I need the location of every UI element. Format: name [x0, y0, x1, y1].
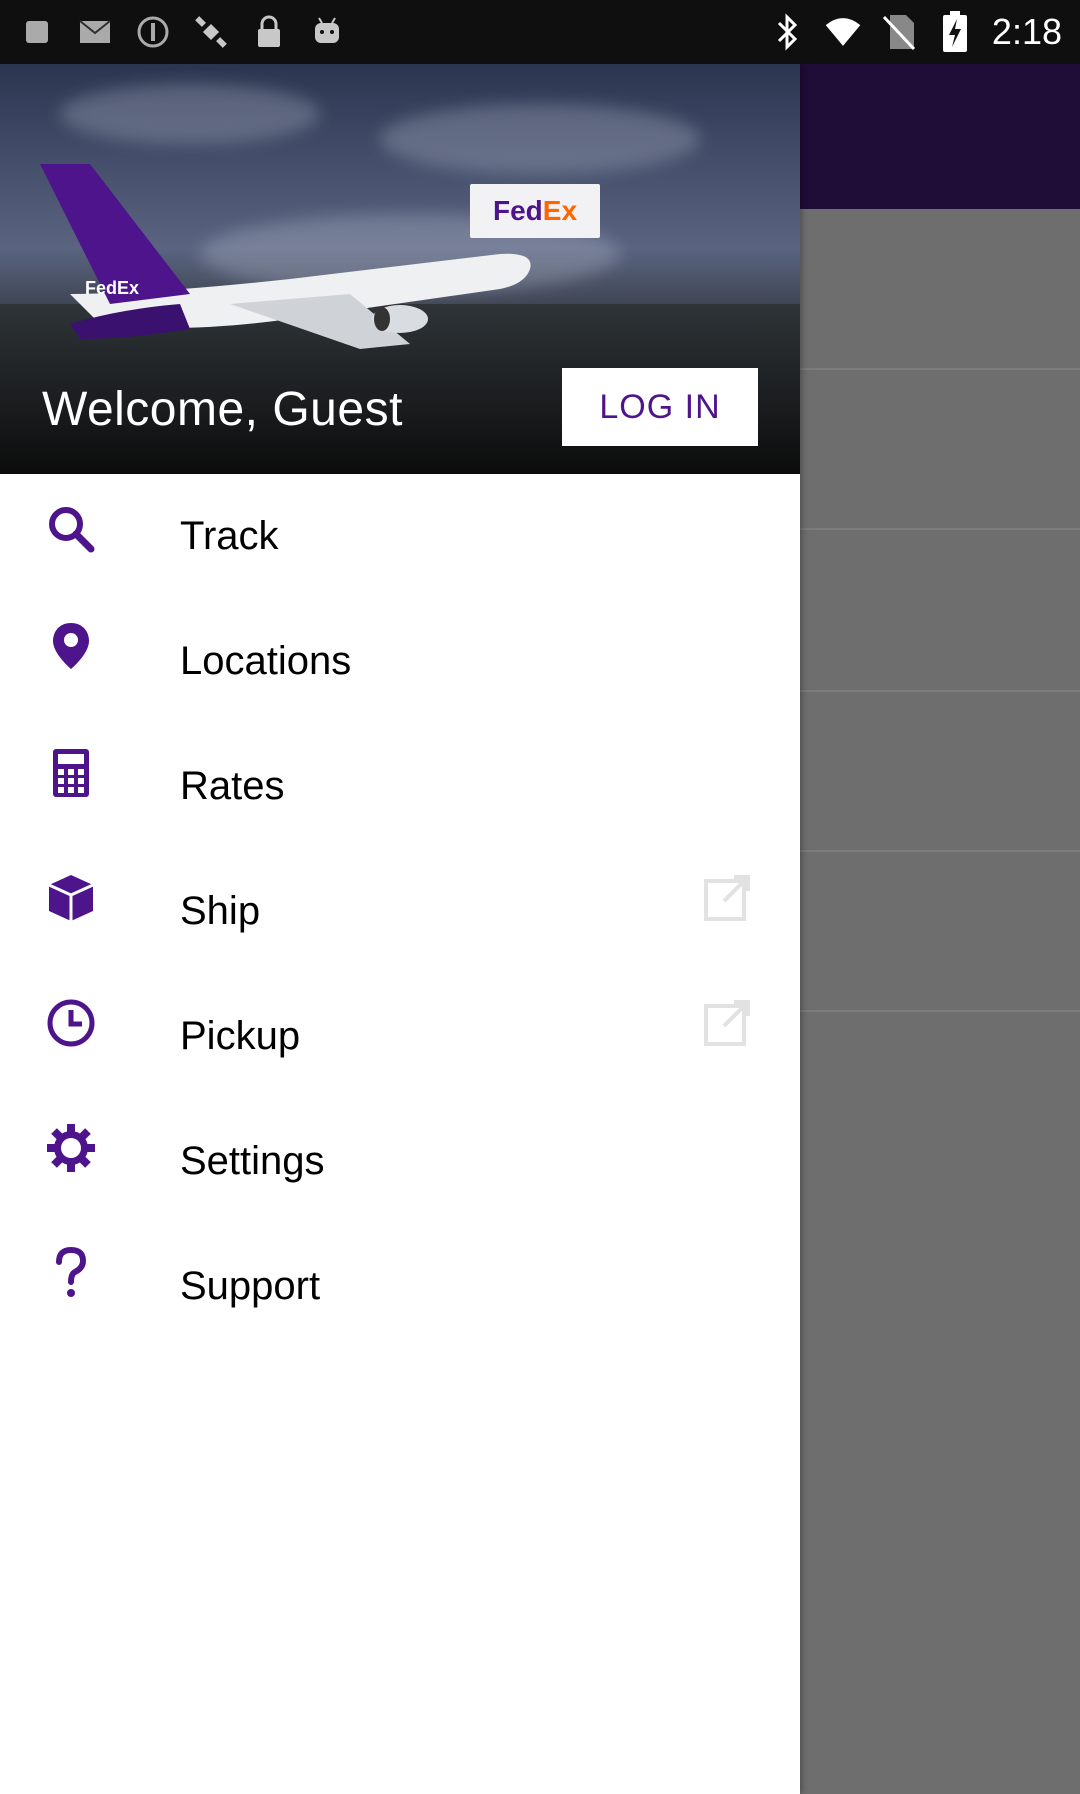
list-divider [800, 368, 1080, 370]
menu-item-label: Locations [180, 639, 352, 683]
welcome-text: Welcome, Guest [42, 383, 403, 436]
menu-item-label: Support [180, 1264, 321, 1308]
menu-item-support[interactable]: Support [0, 1224, 800, 1334]
cloud [60, 84, 320, 144]
navigation-drawer: FedEx Fed Ex Welcome, Guest LOG IN Track … [0, 64, 800, 1794]
wifi-icon [824, 13, 862, 51]
clock-time: 2:18 [991, 11, 1062, 52]
menu-item-label: Ship [180, 889, 261, 933]
question-mark-icon [44, 1246, 98, 1300]
menu-item-settings[interactable]: Settings [0, 1099, 800, 1209]
menu-item-ship[interactable]: Ship [0, 849, 800, 959]
list-divider [800, 528, 1080, 530]
notification-icon [18, 13, 56, 51]
menu-item-label: Settings [180, 1139, 325, 1183]
list-divider [800, 1010, 1080, 1012]
do-not-disturb-icon [134, 13, 172, 51]
menu-item-rates[interactable]: Rates [0, 724, 800, 834]
menu-item-label: Pickup [180, 1014, 301, 1058]
menu-item-label: Rates [180, 764, 285, 808]
external-link-icon [700, 996, 754, 1050]
list-divider [800, 690, 1080, 692]
android-icon [308, 13, 346, 51]
airplane-image: FedEx [40, 164, 531, 349]
svg-text:FedEx: FedEx [85, 278, 139, 298]
calculator-icon [44, 746, 98, 800]
mail-icon [76, 13, 114, 51]
list-divider [800, 850, 1080, 852]
drawer-header: FedEx Fed Ex Welcome, Guest LOG IN [0, 64, 800, 474]
login-button[interactable]: LOG IN [562, 368, 758, 446]
bluetooth-icon [768, 13, 806, 51]
menu-item-label: Track [180, 514, 279, 558]
gear-icon [44, 1121, 98, 1175]
menu-item-locations[interactable]: Locations [0, 599, 800, 709]
battery-charging-icon [936, 11, 974, 52]
package-icon [44, 871, 98, 925]
lock-icon [250, 13, 288, 51]
no-sim-icon [880, 13, 918, 51]
menu-item-track[interactable]: Track [0, 474, 800, 584]
search-icon [44, 502, 98, 556]
status-bar: 2:18 [0, 0, 1080, 64]
menu-item-pickup[interactable]: Pickup [0, 974, 800, 1084]
clock-icon [44, 996, 98, 1050]
satellite-icon [192, 13, 230, 51]
external-link-icon [700, 871, 754, 925]
fedex-logo: Fed Ex [470, 184, 600, 238]
location-pin-icon [44, 619, 98, 673]
